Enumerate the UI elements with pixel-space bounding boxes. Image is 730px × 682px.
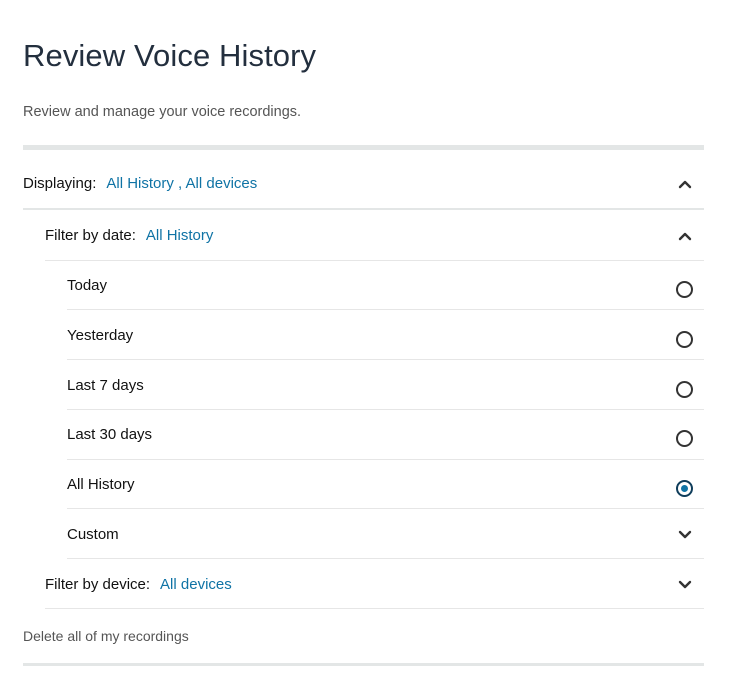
radio-unselected-icon[interactable] [676, 331, 693, 348]
displaying-toggle[interactable]: Displaying: All History , All devices [23, 175, 704, 192]
date-option-last-30-days[interactable]: Last 30 days [67, 426, 152, 443]
device-filter-label: Filter by device: [45, 576, 151, 593]
page-title: Review Voice History [23, 38, 317, 73]
option-divider [67, 459, 704, 460]
date-filter-value: All History [145, 227, 214, 244]
date-option-today[interactable]: Today [67, 277, 107, 294]
top-divider [23, 145, 704, 150]
date-option-all-history[interactable]: All History [67, 476, 135, 493]
option-divider [67, 409, 704, 410]
option-divider [67, 508, 704, 509]
device-filter-toggle[interactable]: Filter by device: All devices [45, 576, 232, 593]
page-subtitle: Review and manage your voice recordings. [23, 104, 302, 120]
date-option-yesterday[interactable]: Yesterday [67, 327, 133, 344]
radio-unselected-icon[interactable] [676, 281, 693, 298]
custom-divider [67, 558, 704, 559]
date-filter-toggle[interactable]: Filter by date: All History [45, 227, 213, 244]
displaying-label: Displaying: [23, 175, 97, 192]
date-option-last-7-days[interactable]: Last 7 days [67, 377, 144, 394]
displaying-value: All History , All devices [106, 175, 258, 192]
device-filter-divider [45, 608, 704, 609]
delete-all-recordings-link[interactable]: Delete all of my recordings [23, 628, 189, 644]
chevron-down-icon[interactable] [678, 580, 692, 590]
option-divider [67, 309, 704, 310]
date-filter-label: Filter by date: [45, 227, 136, 244]
bottom-divider [23, 663, 704, 666]
date-option-custom[interactable]: Custom [67, 526, 119, 543]
device-filter-value: All devices [160, 576, 232, 593]
chevron-down-icon[interactable] [678, 530, 692, 540]
radio-unselected-icon[interactable] [676, 381, 693, 398]
chevron-up-icon[interactable] [678, 231, 692, 241]
radio-unselected-icon[interactable] [676, 430, 693, 447]
option-divider [67, 359, 704, 360]
radio-selected-icon[interactable] [676, 480, 693, 497]
displaying-divider [23, 208, 704, 210]
chevron-up-icon[interactable] [678, 179, 692, 189]
date-filter-divider [45, 260, 704, 261]
